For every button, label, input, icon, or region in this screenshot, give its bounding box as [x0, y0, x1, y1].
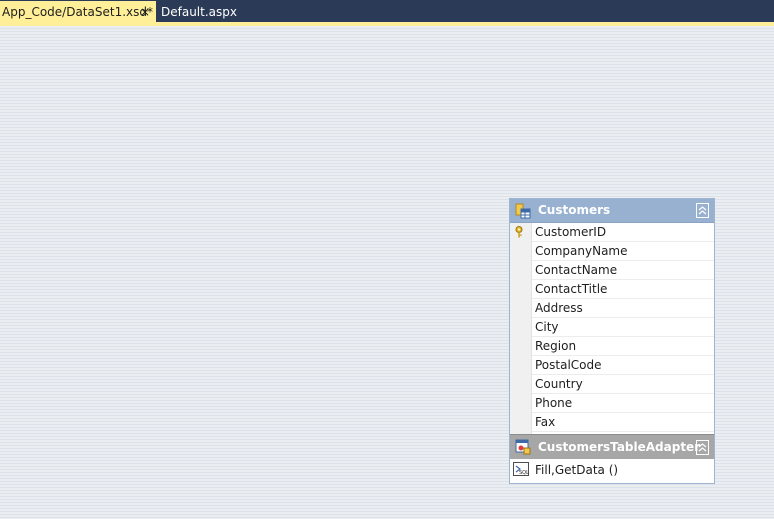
query-label: Fill,GetData ()	[535, 463, 619, 477]
row-selector-gutter	[510, 223, 532, 434]
svg-text:SQL: SQL	[519, 470, 529, 476]
column-contactname[interactable]: ContactName	[532, 261, 714, 280]
column-customerid[interactable]: CustomerID	[532, 223, 714, 242]
document-tab-bar: App_Code/DataSet1.xsd* × Default.aspx	[0, 0, 774, 22]
table-adapter-header[interactable]: CustomersTableAdapter	[510, 434, 714, 459]
datatable-header[interactable]: Customers	[510, 199, 714, 223]
column-phone[interactable]: Phone	[532, 394, 714, 413]
close-tab-icon[interactable]: ×	[138, 1, 152, 23]
column-city[interactable]: City	[532, 318, 714, 337]
column-address[interactable]: Address	[532, 299, 714, 318]
primary-key-icon	[515, 226, 523, 238]
collapse-table-adapter-button[interactable]	[696, 440, 709, 455]
tab-label: App_Code/DataSet1.xsd*	[2, 5, 153, 19]
customers-datatable[interactable]: Customers CustomerID CompanyName Contact…	[509, 198, 715, 484]
datatable-title: Customers	[538, 203, 611, 217]
column-companyname[interactable]: CompanyName	[532, 242, 714, 261]
column-region[interactable]: Region	[532, 337, 714, 356]
chevron-up-icon	[698, 443, 707, 452]
tab-label: Default.aspx	[161, 5, 237, 19]
table-adapter-icon	[515, 439, 531, 455]
collapse-datatable-button[interactable]	[696, 203, 709, 218]
sql-query-icon: SQL	[513, 462, 529, 476]
chevron-up-icon	[698, 206, 707, 215]
query-row-fill-getdata[interactable]: SQL Fill,GetData ()	[510, 459, 714, 483]
tab-dataset1-xsd[interactable]: App_Code/DataSet1.xsd* ×	[0, 1, 156, 22]
column-country[interactable]: Country	[532, 375, 714, 394]
table-icon	[515, 203, 531, 219]
tab-default-aspx[interactable]: Default.aspx	[156, 1, 237, 22]
column-list: CustomerID CompanyName ContactName Conta…	[532, 223, 714, 432]
column-postalcode[interactable]: PostalCode	[532, 356, 714, 375]
table-adapter-title: CustomersTableAdapter	[538, 440, 701, 454]
column-contacttitle[interactable]: ContactTitle	[532, 280, 714, 299]
column-fax[interactable]: Fax	[532, 413, 714, 432]
